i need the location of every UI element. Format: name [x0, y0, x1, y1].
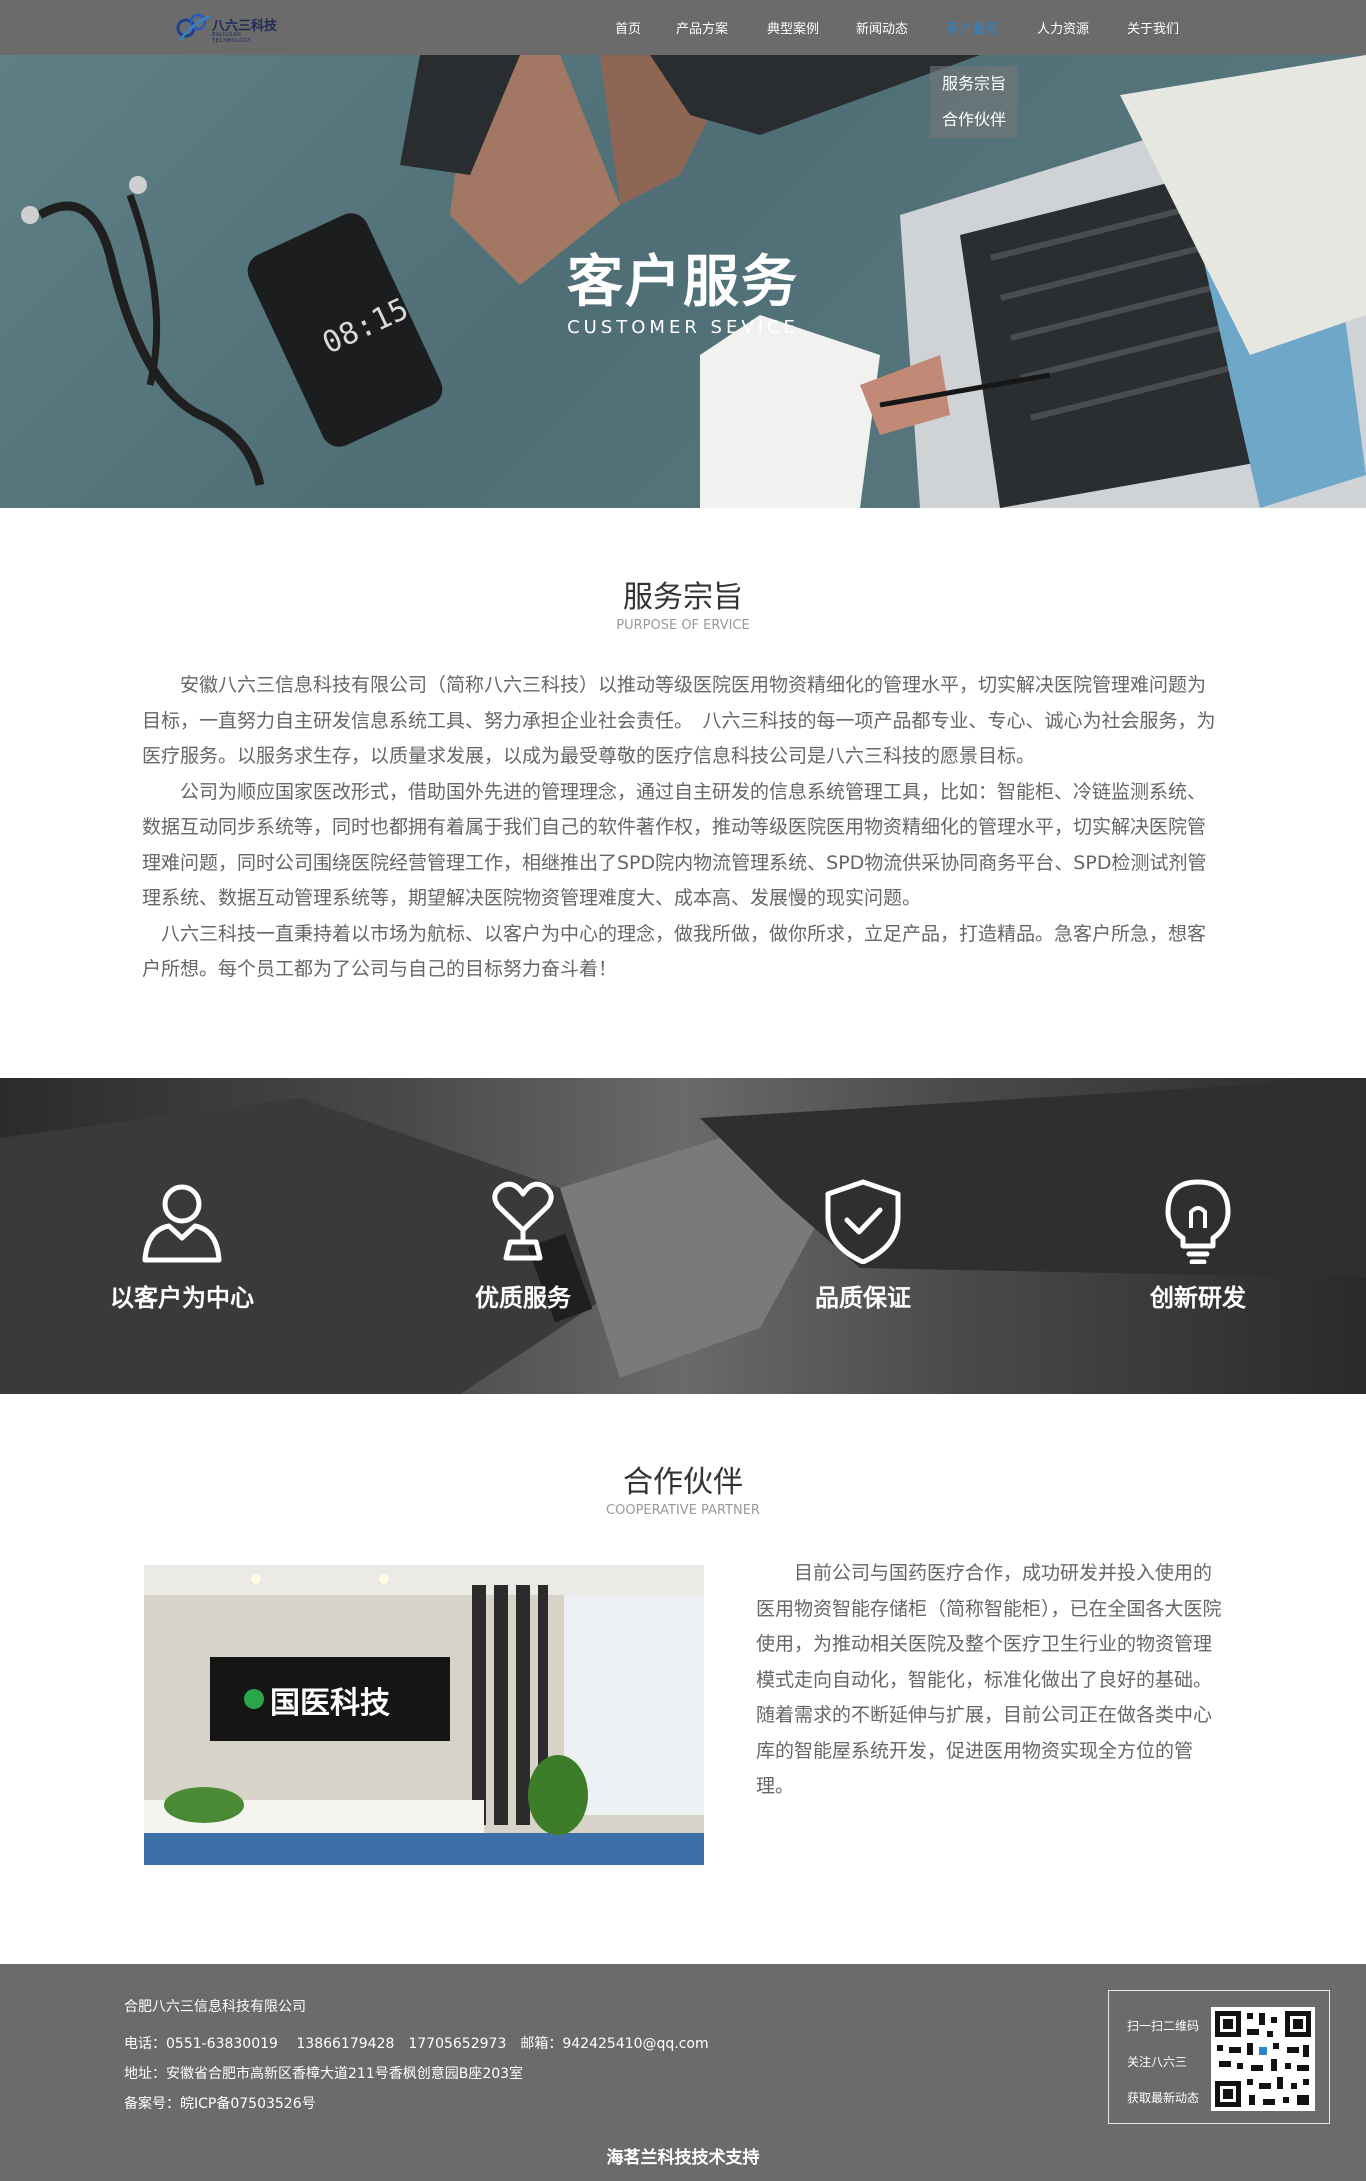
footer-icp[interactable]: 备案号：皖ICP备07503526号: [124, 2093, 316, 2113]
partner-title: 合作伙伴: [623, 1465, 743, 1500]
purpose-paragraph: 八六三科技一直秉持着以市场为航标、以客户为中心的理念，做我所做，做你所求，立足产…: [142, 922, 1207, 981]
logo-subtext: BALIUSAN TECHNOLOGY: [212, 32, 252, 44]
qr-label: 获取最新动态: [1127, 2091, 1200, 2105]
nav-item-cases[interactable]: 典型案例: [767, 0, 819, 55]
footer-company: 合肥八六三信息科技有限公司: [124, 1999, 306, 2015]
value-label: 以客户为中心: [110, 1284, 254, 1312]
partner-description: 目前公司与国药医疗合作，成功研发并投入使用的医用物资智能存储柜（简称智能柜），已…: [756, 1562, 1222, 1797]
qr-code-icon: [1211, 2007, 1315, 2111]
partner-subtitle: COOPERATIVE PARTNER: [606, 1503, 760, 1518]
purpose-subtitle: PURPOSE OF ERVICE: [616, 618, 750, 633]
hero-subtitle: CUSTOMER SEVICE: [567, 317, 799, 338]
qr-code-box: 扫一扫二维码 关注八六三 获取最新动态: [1108, 1990, 1330, 2124]
values-band: 以客户为中心 优质服务 品质保证 创新研发: [0, 1078, 1366, 1394]
office-photo-image: 国医科技: [144, 1565, 704, 1865]
value-label: 创新研发: [1150, 1284, 1246, 1312]
office-sign-text: 国医科技: [270, 1686, 390, 1721]
value-innovation-rd: 创新研发: [1088, 1078, 1308, 1394]
nav-item-news[interactable]: 新闻动态: [856, 0, 908, 55]
heart-trophy-icon: [492, 1181, 554, 1261]
shield-check-icon: [825, 1179, 901, 1264]
value-quality-service: 优质服务: [413, 1078, 633, 1394]
nav-item-products[interactable]: 产品方案: [676, 0, 728, 55]
footer-contact: 电话：0551-63830019 13866179428 17705652973…: [124, 2036, 709, 2052]
purpose-paragraph: 安徽八六三信息科技有限公司（简称八六三科技）以推动等级医院医用物资精细化的管理水…: [142, 674, 1216, 767]
hero-title: 客户服务: [567, 250, 799, 315]
qr-label: 关注八六三: [1127, 2055, 1188, 2069]
purpose-paragraph: 公司为顺应国家医改形式，借助国外先进的管理理念，通过自主研发的信息系统管理工具，…: [142, 780, 1207, 910]
value-label: 优质服务: [475, 1284, 571, 1312]
top-nav: 八六三科技 BALIUSAN TECHNOLOGY 首页 产品方案 典型案例 新…: [0, 0, 1366, 55]
logo-mark-icon: [176, 13, 211, 41]
user-icon: [142, 1184, 222, 1263]
dropdown-item-partners[interactable]: 合作伙伴: [930, 102, 1018, 138]
dropdown-item-service-purpose[interactable]: 服务宗旨: [930, 66, 1018, 102]
logo[interactable]: 八六三科技 BALIUSAN TECHNOLOGY: [174, 4, 282, 52]
customer-service-dropdown: 服务宗旨 合作伙伴: [930, 66, 1018, 138]
purpose-body: 安徽八六三信息科技有限公司（简称八六三科技）以推动等级医院医用物资精细化的管理水…: [142, 668, 1224, 988]
powered-by[interactable]: 海茗兰科技技术支持: [0, 2143, 1366, 2168]
nav-item-hr[interactable]: 人力资源: [1037, 0, 1089, 55]
nav-item-about[interactable]: 关于我们: [1127, 0, 1179, 55]
nav-item-home[interactable]: 首页: [615, 0, 641, 55]
value-label: 品质保证: [815, 1284, 911, 1312]
nav-item-customer-service[interactable]: 客户服务: [946, 0, 998, 55]
qr-label: 扫一扫二维码: [1127, 2019, 1200, 2033]
hero-banner: 08:15 客户服务 CUSTOMER SEVICE: [0, 55, 1366, 508]
value-quality-assurance: 品质保证: [753, 1078, 973, 1394]
partner-office-photo: 国医科技: [144, 1565, 704, 1865]
value-customer-centric: 以客户为中心: [72, 1078, 292, 1394]
purpose-title: 服务宗旨: [623, 580, 743, 615]
lightbulb-icon: [1165, 1179, 1231, 1264]
footer-address: 地址：安徽省合肥市高新区香樟大道211号香枫创意园B座203室: [124, 2066, 524, 2082]
